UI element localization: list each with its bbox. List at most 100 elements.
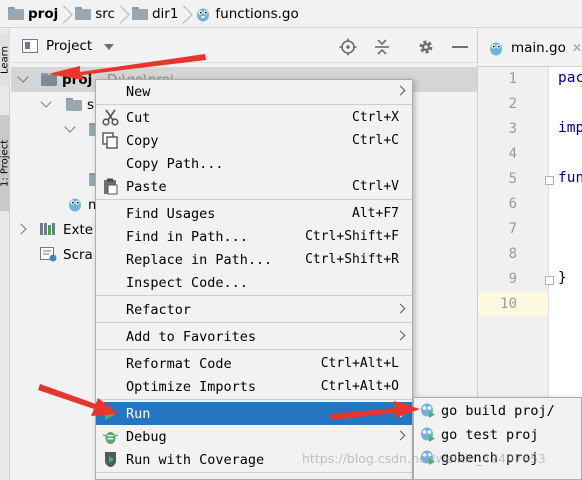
menu-item-label: Refactor bbox=[126, 301, 192, 318]
left-tool-strip: Learn 1: Project bbox=[0, 29, 10, 480]
menu-item-shortcut: Ctrl+Alt+O bbox=[320, 379, 399, 394]
go-file-icon bbox=[488, 40, 504, 56]
context-menu: New Cut Ctrl+X Copy Ctrl+C Copy Path... … bbox=[95, 79, 413, 480]
menu-item-replace-in-path[interactable]: Replace in Path... Ctrl+Shift+R bbox=[96, 248, 412, 271]
scissors-icon bbox=[102, 109, 119, 126]
chevron-right-icon bbox=[395, 430, 406, 441]
folder-icon bbox=[66, 98, 82, 111]
menu-item-label: Cut bbox=[126, 109, 151, 126]
menu-item-run[interactable]: Run bbox=[96, 402, 412, 425]
coverage-icon bbox=[102, 451, 119, 468]
navigation-breadcrumb: proj src dir1 functions.go bbox=[0, 0, 582, 28]
chevron-right-icon bbox=[395, 85, 406, 96]
tool-tab-learn[interactable]: Learn bbox=[0, 35, 10, 85]
submenu-item-go-test[interactable]: go test proj bbox=[414, 423, 582, 446]
line-number: 4 bbox=[508, 146, 517, 162]
menu-item-optimize-imports[interactable]: Optimize Imports Ctrl+Alt+O bbox=[96, 375, 412, 398]
chevron-right-icon bbox=[395, 303, 406, 314]
menu-item-shortcut: Ctrl+X bbox=[352, 110, 399, 125]
menu-separator bbox=[96, 399, 412, 400]
menu-separator bbox=[96, 472, 412, 473]
tree-label: Exte bbox=[63, 221, 94, 238]
menu-item-label: Reformat Code bbox=[126, 355, 232, 372]
menu-item-shortcut: Ctrl+Shift+F bbox=[305, 229, 399, 244]
fold-marker-icon[interactable] bbox=[545, 276, 554, 285]
menu-item-copy[interactable]: Copy Ctrl+C bbox=[96, 129, 412, 152]
close-icon[interactable]: ✕ bbox=[572, 41, 582, 55]
menu-item-run-with-coverage[interactable]: Run with Coverage bbox=[96, 448, 412, 471]
editor-tab-main-go[interactable]: main.go ✕ bbox=[478, 29, 582, 66]
scratches-icon bbox=[40, 247, 57, 266]
go-run-config-icon bbox=[419, 402, 436, 423]
menu-separator bbox=[96, 322, 412, 323]
menu-item-label: Replace in Path... bbox=[126, 251, 273, 268]
editor-tab-bar: main.go ✕ bbox=[477, 29, 582, 67]
external-libraries-icon bbox=[40, 222, 57, 240]
submenu-item-go-build[interactable]: go build proj/ bbox=[414, 399, 582, 422]
go-file-icon bbox=[195, 6, 211, 22]
menu-item-inspect-code[interactable]: Inspect Code... bbox=[96, 271, 412, 294]
debug-icon bbox=[102, 428, 119, 445]
code-line: pac bbox=[558, 70, 582, 86]
code-line: imp bbox=[558, 120, 582, 136]
chevron-down-icon[interactable] bbox=[104, 43, 115, 50]
menu-separator bbox=[96, 199, 412, 200]
go-bench-config-icon bbox=[419, 449, 436, 470]
tool-tab-project[interactable]: 1: Project bbox=[0, 115, 10, 211]
chevron-right-icon[interactable] bbox=[15, 223, 27, 235]
menu-item-copy-path[interactable]: Copy Path... bbox=[96, 152, 412, 175]
menu-item-debug[interactable]: Debug bbox=[96, 425, 412, 448]
folder-icon bbox=[75, 7, 92, 20]
folder-icon bbox=[8, 7, 24, 20]
tool-tab-label: 1: Project bbox=[0, 139, 10, 187]
menu-item-paste[interactable]: Paste Ctrl+V bbox=[96, 175, 412, 198]
code-line: } bbox=[558, 270, 567, 286]
menu-item-reformat-code[interactable]: Reformat Code Ctrl+Alt+L bbox=[96, 352, 412, 375]
go-test-config-icon bbox=[419, 426, 436, 447]
collapse-all-icon[interactable] bbox=[372, 37, 392, 57]
tree-label: Scra bbox=[63, 246, 93, 263]
go-file-icon bbox=[67, 196, 83, 212]
chevron-down-icon[interactable] bbox=[17, 71, 29, 83]
menu-item-label: Add to Favorites bbox=[126, 328, 257, 345]
menu-separator bbox=[96, 104, 412, 105]
menu-item-label: Paste bbox=[126, 178, 167, 195]
menu-item-label: Optimize Imports bbox=[126, 378, 257, 395]
folder-icon bbox=[41, 73, 57, 86]
code-line: fun bbox=[558, 170, 582, 186]
line-number: 7 bbox=[508, 221, 517, 237]
fold-marker-icon[interactable] bbox=[545, 176, 554, 185]
chevron-down-icon[interactable] bbox=[64, 121, 76, 133]
breadcrumb-separator bbox=[62, 0, 71, 28]
settings-icon[interactable] bbox=[416, 37, 436, 57]
folder-icon bbox=[131, 7, 148, 20]
breadcrumb-item-functions-go[interactable]: functions.go bbox=[191, 0, 302, 28]
menu-item-cut[interactable]: Cut Ctrl+X bbox=[96, 106, 412, 129]
paste-icon bbox=[102, 178, 119, 195]
menu-item-shortcut: Ctrl+Alt+L bbox=[320, 356, 399, 371]
menu-item-shortcut: Ctrl+Shift+R bbox=[305, 252, 399, 267]
line-number: 3 bbox=[508, 121, 517, 137]
menu-item-label: Run with Coverage bbox=[126, 451, 265, 468]
submenu-item-gobench[interactable]: gobench proj bbox=[414, 446, 582, 469]
menu-item-new[interactable]: New bbox=[96, 80, 412, 103]
menu-item-shortcut: Alt+F7 bbox=[352, 206, 399, 221]
menu-item-label: New bbox=[126, 83, 151, 100]
chevron-right-icon bbox=[395, 330, 406, 341]
menu-item-add-to-favorites[interactable]: Add to Favorites bbox=[96, 325, 412, 348]
menu-separator bbox=[96, 295, 412, 296]
menu-item-refactor[interactable]: Refactor bbox=[96, 298, 412, 321]
menu-item-shortcut: Ctrl+C bbox=[352, 133, 399, 148]
line-number: 9 bbox=[508, 271, 517, 287]
menu-item-label: Find in Path... bbox=[126, 228, 248, 245]
project-panel-title[interactable]: Project bbox=[46, 38, 92, 54]
submenu-item-label: go build proj/ bbox=[441, 402, 555, 419]
menu-item-find-usages[interactable]: Find Usages Alt+F7 bbox=[96, 202, 412, 225]
hide-icon[interactable] bbox=[450, 37, 470, 57]
locate-icon[interactable] bbox=[338, 37, 358, 57]
line-number: 8 bbox=[508, 246, 517, 262]
chevron-down-icon[interactable] bbox=[40, 96, 52, 108]
line-number: 1 bbox=[508, 71, 517, 87]
menu-item-label: Run bbox=[126, 405, 151, 422]
menu-item-find-in-path[interactable]: Find in Path... Ctrl+Shift+F bbox=[96, 225, 412, 248]
